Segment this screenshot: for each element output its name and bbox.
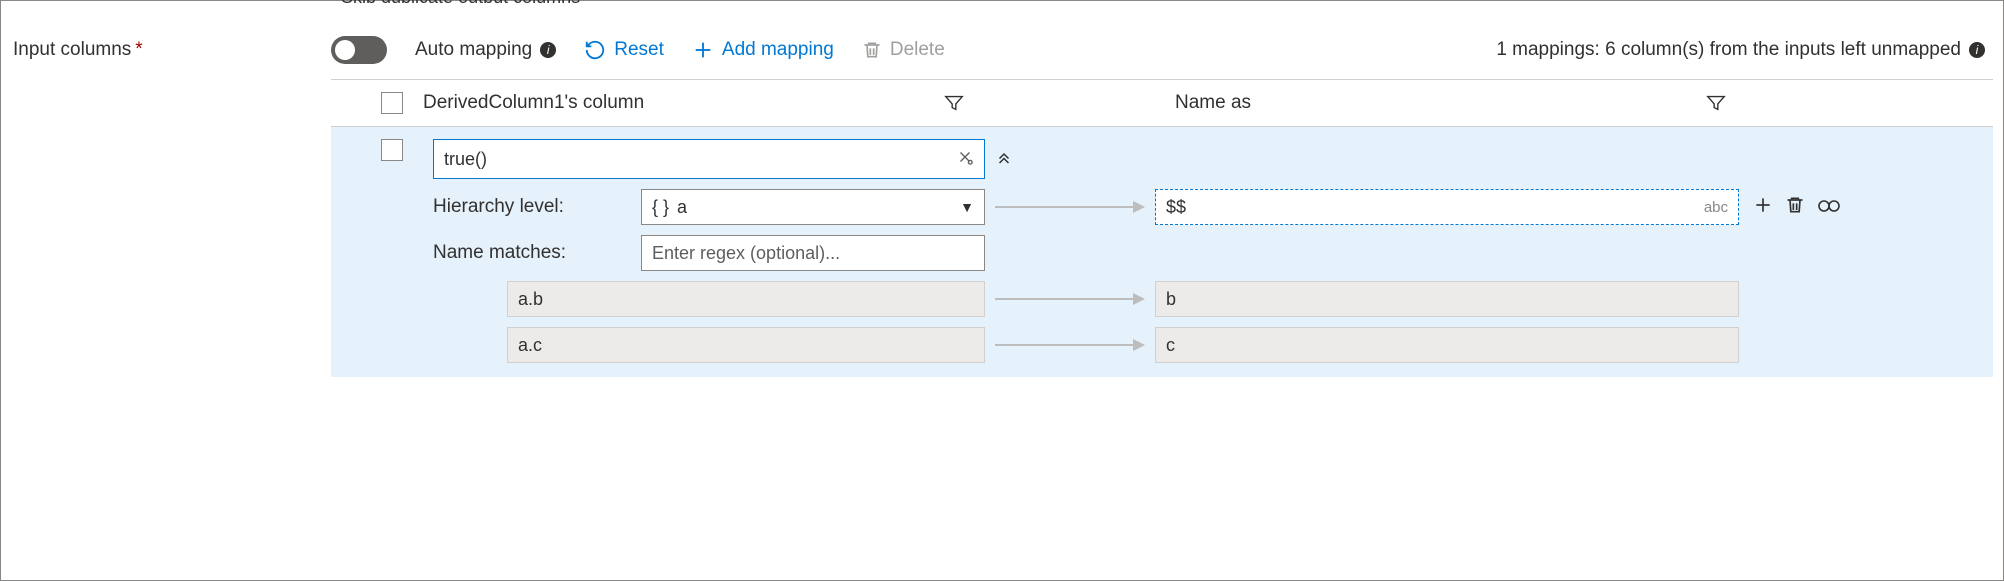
plus-icon	[692, 39, 714, 61]
filter-icon[interactable]	[1705, 92, 1727, 114]
source-column-header: DerivedColumn1's column	[423, 92, 943, 114]
name-as-header: Name as	[1175, 92, 1705, 114]
hierarchy-level-select[interactable]: { } a ▼	[641, 189, 985, 225]
preview-target-cell: c	[1155, 327, 1739, 363]
hierarchy-level-label: Hierarchy level:	[433, 196, 641, 218]
delete-row-button[interactable]	[1785, 195, 1805, 220]
reset-icon	[584, 39, 606, 61]
delete-button: Delete	[862, 39, 945, 61]
chevron-down-icon: ▼	[960, 199, 974, 215]
preview-source-cell: a.b	[507, 281, 985, 317]
required-asterisk: *	[135, 39, 142, 60]
mapping-checkbox[interactable]	[381, 139, 403, 161]
add-button[interactable]	[1753, 195, 1773, 220]
input-columns-label: Input columns*	[1, 39, 331, 61]
arrow-icon	[985, 291, 1155, 307]
filter-icon[interactable]	[943, 92, 965, 114]
auto-mapping-toggle[interactable]	[331, 36, 387, 64]
braces-icon: { }	[652, 197, 669, 218]
expression-input[interactable]: true()	[433, 139, 985, 179]
link-icon[interactable]	[1817, 197, 1841, 218]
mapping-row: true() Hierarchy level: { } a ▼	[331, 127, 1993, 377]
select-all-checkbox[interactable]	[381, 92, 403, 114]
mapping-status: 1 mappings: 6 column(s) from the inputs …	[1496, 39, 1985, 61]
add-mapping-button[interactable]: Add mapping	[692, 39, 834, 61]
reset-button[interactable]: Reset	[584, 39, 664, 61]
arrow-icon	[985, 199, 1155, 215]
trash-icon	[862, 40, 882, 60]
skip-duplicate-checkbox-label: Skip duplicate output columns	[341, 0, 2003, 3]
info-icon[interactable]: i	[540, 42, 556, 58]
columns-header-row: DerivedColumn1's column Name as	[331, 80, 1993, 127]
abc-hint-icon: abc	[1704, 199, 1728, 216]
auto-mapping-label: Auto mapping i	[415, 39, 556, 61]
collapse-icon[interactable]	[995, 148, 1013, 171]
name-as-input[interactable]: $$ abc	[1155, 189, 1739, 225]
preview-source-cell: a.c	[507, 327, 985, 363]
name-matches-input[interactable]	[641, 235, 985, 271]
name-matches-label: Name matches:	[433, 242, 641, 264]
arrow-icon	[985, 337, 1155, 353]
info-icon[interactable]: i	[1969, 42, 1985, 58]
preview-target-cell: b	[1155, 281, 1739, 317]
expression-builder-icon[interactable]	[956, 148, 974, 171]
